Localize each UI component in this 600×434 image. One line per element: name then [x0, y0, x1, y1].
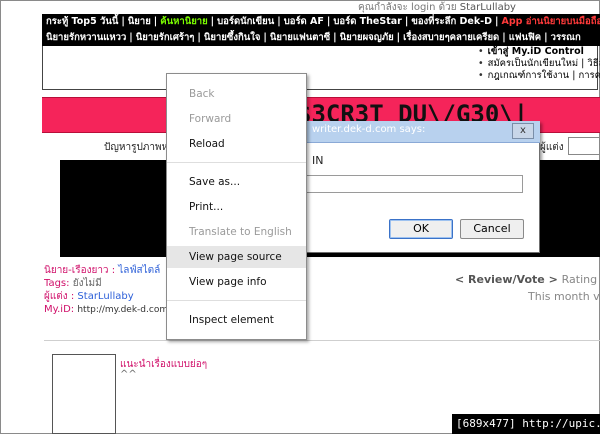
dialog-title: writer.dek-d.com says: [312, 124, 426, 135]
link-myid-control[interactable]: เข้าสู่ My.iD Control [488, 46, 584, 57]
category-sad[interactable]: นิยายรักเศร้าๆ [136, 32, 195, 43]
menu-item-inspect[interactable]: Inspect element [167, 309, 306, 331]
nav-search-novel[interactable]: ค้นหานิยาย [160, 16, 207, 27]
category-adventure[interactable]: นิยายผจญภัย [340, 32, 394, 43]
review-vote: < Review/Vote > Rating : [455, 273, 600, 286]
nav-thestar-board[interactable]: บอร์ด TheStar [333, 16, 401, 27]
rating-label: Rating : [561, 273, 600, 286]
link-register-writer[interactable]: สมัครเป็นนักเขียนใหม่ [488, 58, 579, 69]
menu-item-forward[interactable]: Forward [167, 108, 306, 130]
novel-type-label: นิยาย-เรื่องยาว : [44, 265, 116, 276]
summary-text: ^^ [120, 369, 137, 380]
myid-link[interactable]: http://my.dek-d.com/s [77, 305, 172, 315]
category-literature[interactable]: วรรณก [551, 32, 581, 43]
quick-link-row: •สมัครเป็นนักเขียนใหม่ | วิธีล [478, 58, 600, 70]
menu-item-back[interactable]: Back [167, 83, 306, 105]
nav-souvenir[interactable]: ของที่ระลึก Dek-D [411, 16, 492, 27]
link-terms[interactable]: การคว [578, 70, 600, 81]
login-username[interactable]: StarLullaby [460, 2, 516, 13]
close-icon[interactable]: x [512, 123, 534, 139]
menu-item-print[interactable]: Print... [167, 196, 306, 218]
story-thumbnail[interactable] [52, 354, 116, 434]
menu-item-translate[interactable]: Translate to English [167, 221, 306, 243]
author-search-label: ผู้แต่ง [540, 142, 564, 153]
author-label: ผู้แต่ง : [44, 291, 75, 302]
author-link[interactable]: StarLullaby [77, 291, 133, 302]
category-nav-bar: นิยายรักหวานแหวว | นิยายรักเศร้าๆ | นิยายซึ้… [42, 30, 600, 46]
nav-writer-board[interactable]: บอร์ดนักเขียน [217, 16, 274, 27]
login-status: คุณกำลังจะ login ด้วย StarLullaby [358, 0, 600, 13]
nav-mobile-app[interactable]: App อ่านนิยายบนมือถือ [501, 16, 600, 27]
link-howto[interactable]: วิธีล [587, 58, 600, 69]
cancel-button[interactable]: Cancel [460, 219, 524, 239]
login-prefix: คุณกำลังจะ login ด้วย [358, 2, 457, 13]
monthly-views: This month vi [528, 290, 600, 303]
nav-top5[interactable]: กระทู้ Top5 วันนี้ [46, 16, 118, 27]
category-sweet[interactable]: นิยายรักหวานแหวว [46, 32, 126, 43]
story-info: นิยาย-เรื่องยาว : ไลฟ์สไตล์ Tags: ยังไม่… [44, 264, 172, 317]
divider [44, 340, 600, 341]
myid-label: My.iD: [44, 304, 75, 315]
novel-genre-link[interactable]: ไลฟ์สไตล์ [118, 265, 160, 276]
link-rules[interactable]: กฎเกณฑ์การใช้งาน [488, 70, 570, 81]
quick-link-row: • เข้าสู่ My.iD Control [478, 46, 584, 57]
nav-af-board[interactable]: บอร์ด AF [284, 16, 324, 27]
tags-label: Tags: [44, 278, 70, 289]
menu-separator [167, 162, 306, 163]
menu-item-page-info[interactable]: View page info [167, 271, 306, 293]
category-relax[interactable]: เรื่องสบายๆคลายเครียด [403, 32, 499, 43]
quick-links: • เข้าสู่ My.iD Control • สมัครเป็นนักเขีย… [478, 46, 600, 82]
image-problem-text[interactable]: ปัญหารูปภาพหา [104, 140, 174, 155]
review-vote-link[interactable]: < Review/Vote > [455, 273, 558, 286]
category-fanfic[interactable]: แฟนฟิค [509, 32, 541, 43]
tags-value: ยังไม่มี [72, 278, 102, 289]
category-fantasy[interactable]: นิยายแฟนตาซี [270, 32, 330, 43]
dialog-message: IN [312, 154, 324, 167]
quick-link-row: •กฎเกณฑ์การใช้งาน | การคว [478, 70, 600, 82]
menu-item-view-source[interactable]: View page source [167, 246, 306, 268]
menu-item-save-as[interactable]: Save as... [167, 171, 306, 193]
category-touching[interactable]: นิยายซึ้งกินใจ [204, 32, 261, 43]
ok-button[interactable]: OK [389, 219, 453, 239]
watermark: [689x477] http://upic.me/ [452, 414, 600, 434]
top-nav-bar: กระทู้ Top5 วันนี้ | นิยาย | ค้นหานิยาย | บอร์… [42, 14, 600, 30]
dialog-text-input[interactable] [300, 175, 523, 193]
menu-item-reload[interactable]: Reload [167, 133, 306, 155]
search-input[interactable] [568, 137, 600, 155]
menu-separator [167, 300, 306, 301]
nav-novel[interactable]: นิยาย [128, 16, 151, 27]
